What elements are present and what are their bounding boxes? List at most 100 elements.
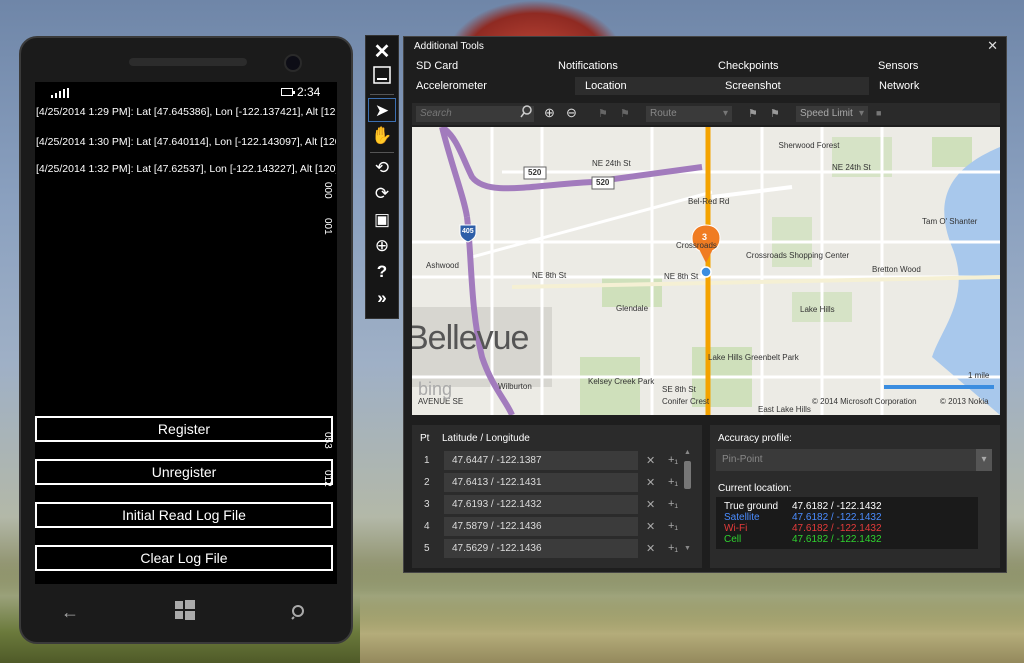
expand-icon[interactable]: » (368, 286, 396, 310)
location-source: Satellite (724, 512, 760, 523)
scroll-thumb[interactable] (684, 461, 691, 489)
point-latlon-field[interactable]: 47.6413 / -122.1431 (444, 473, 638, 492)
tab-network[interactable]: Network (869, 77, 1003, 95)
tab-accelerometer[interactable]: Accelerometer (406, 77, 576, 95)
back-arrow-icon[interactable]: ← (61, 602, 79, 623)
insert-point-icon[interactable]: +₁ (668, 454, 678, 466)
location-value: 47.6182 / -122.1432 (792, 501, 882, 512)
map-label: Crossroads Shopping Center (746, 251, 850, 260)
insert-point-icon[interactable]: +₁ (668, 520, 678, 532)
map-label: NE 24th St (832, 163, 871, 172)
location-value: 47.6182 / -122.1432 (792, 512, 882, 523)
point-latlon-field[interactable]: 47.5879 / -122.1436 (444, 517, 638, 536)
point-number: 3 (424, 499, 430, 510)
map-label: Bretton Wood (872, 265, 921, 274)
close-icon[interactable]: ✕ (987, 38, 998, 54)
point-row: 1 47.6447 / -122.1387 ✕ +₁ (418, 451, 688, 471)
remove-point-icon[interactable]: ✕ (646, 542, 655, 555)
chevron-down-icon: ▾ (976, 449, 992, 471)
map-label: NE 24th St (592, 159, 631, 168)
tab-sensors[interactable]: Sensors (868, 57, 1004, 75)
chevron-down-icon: ▾ (722, 108, 728, 119)
speed-limit-select[interactable]: Speed Limit ▾ (796, 106, 868, 122)
location-value: 47.6182 / -122.1432 (792, 523, 882, 534)
point-row: 4 47.5879 / -122.1436 ✕ +₁ (418, 517, 688, 537)
route-mode-icon[interactable]: ⚑ (620, 107, 630, 120)
map-label: NE 8th St (532, 271, 567, 280)
insert-point-icon[interactable]: +₁ (668, 476, 678, 488)
log-line: [4/25/2014 1:29 PM]: Lat [47.645386], Lo… (36, 106, 336, 118)
tab-screenshot[interactable]: Screenshot (715, 77, 869, 95)
pin-mode-icon[interactable]: ⚑ (598, 107, 608, 120)
map-label: East Lake Hills (758, 405, 811, 414)
map-pin-label[interactable]: 3 (702, 232, 707, 242)
zoom-out-icon[interactable]: ⊖ (566, 105, 577, 121)
log-line: [4/25/2014 1:32 PM]: Lat [47.62537], Lon… (36, 163, 336, 175)
map-search-input[interactable]: Search (416, 106, 534, 122)
rotate-right-icon[interactable]: ⟳ (368, 182, 396, 206)
current-location-row: True ground 47.6182 / -122.1432 (724, 501, 882, 512)
zoom-in-icon[interactable]: ⊕ (544, 105, 555, 121)
emulator-toolbar: ✕ ➤ ✋ ⟲ ⟳ ▣ ⊕ ? » (365, 35, 399, 319)
map-toolbar: Search ⊕ ⊖ ⚑ ⚑ Route ▾ ⚑ ⚑ Speed Limit ▾… (412, 103, 1000, 125)
remove-point-icon[interactable]: ✕ (646, 476, 655, 489)
pointer-icon[interactable]: ➤ (368, 98, 396, 122)
rotate-left-icon[interactable]: ⟲ (368, 156, 396, 180)
tab-checkpoints[interactable]: Checkpoints (708, 57, 866, 75)
points-scrollbar[interactable]: ▲ ▼ (684, 449, 692, 557)
remove-point-icon[interactable]: ✕ (646, 498, 655, 511)
point-number: 1 (424, 455, 430, 466)
point-latlon-field[interactable]: 47.6447 / -122.1387 (444, 451, 638, 470)
help-icon[interactable]: ? (368, 260, 396, 284)
current-location-label: Current location: (718, 483, 792, 494)
insert-point-icon[interactable]: +₁ (668, 542, 678, 554)
route-shield-label: 405 (462, 228, 474, 235)
clear-pins-icon[interactable]: ⚑ (770, 107, 780, 120)
clear-log-button[interactable]: Clear Log File (35, 545, 333, 571)
tab-sd-card[interactable]: SD Card (406, 57, 546, 75)
route-select[interactable]: Route ▾ (646, 106, 732, 122)
search-icon[interactable] (291, 604, 307, 625)
current-location-row: Wi-Fi 47.6182 / -122.1432 (724, 523, 882, 534)
unregister-button[interactable]: Unregister (35, 459, 333, 485)
accuracy-profile-value: Pin-Point (722, 454, 763, 465)
search-icon[interactable] (520, 105, 533, 121)
remove-point-icon[interactable]: ✕ (646, 520, 655, 533)
add-pin-icon[interactable]: ⚑ (748, 107, 758, 120)
minimize-icon[interactable] (368, 66, 396, 90)
fit-to-screen-icon[interactable]: ▣ (368, 208, 396, 232)
phone-nav-bar: ← (21, 594, 351, 634)
map-copyright: © 2013 Nokia (940, 397, 989, 406)
map-view[interactable]: Bellevue Sherwood Forest Crossroads Cros… (412, 127, 1000, 415)
scroll-down-icon[interactable]: ▼ (684, 545, 691, 552)
chevron-down-icon: ▾ (858, 108, 864, 119)
wallpaper-sand (360, 590, 1024, 663)
register-button[interactable]: Register (35, 416, 333, 442)
point-number: 5 (424, 543, 430, 554)
point-row: 2 47.6413 / -122.1431 ✕ +₁ (418, 473, 688, 493)
point-number: 2 (424, 477, 430, 488)
remove-point-icon[interactable]: ✕ (646, 454, 655, 467)
close-icon[interactable]: ✕ (368, 40, 396, 64)
route-select-label: Route (650, 108, 677, 119)
tab-location[interactable]: Location (575, 77, 715, 95)
tab-notifications[interactable]: Notifications (548, 57, 706, 75)
map-scale-label: 1 mile (968, 371, 990, 380)
accuracy-profile-select[interactable]: Pin-Point ▾ (716, 449, 992, 471)
current-location-table: True ground 47.6182 / -122.1432 Satellite 4… (716, 497, 978, 549)
hand-icon[interactable]: ✋ (368, 124, 396, 148)
point-latlon-field[interactable]: 47.5629 / -122.1436 (444, 539, 638, 558)
accuracy-label: Accuracy profile: (718, 433, 792, 444)
route-shield-label: 520 (596, 178, 610, 187)
point-latlon-field[interactable]: 47.6193 / -122.1432 (444, 495, 638, 514)
windows-logo-icon[interactable] (175, 600, 195, 625)
zoom-icon[interactable]: ⊕ (368, 234, 396, 258)
battery-icon (281, 88, 295, 96)
map-label: Lake Hills Greenbelt Park (708, 353, 799, 362)
insert-point-icon[interactable]: +₁ (668, 498, 678, 510)
scroll-up-icon[interactable]: ▲ (684, 449, 691, 456)
status-bar: 2:34 (35, 82, 337, 102)
play-icon[interactable]: ■ (876, 108, 881, 118)
initial-read-log-button[interactable]: Initial Read Log File (35, 502, 333, 528)
debug-counter: 012 (322, 470, 333, 487)
